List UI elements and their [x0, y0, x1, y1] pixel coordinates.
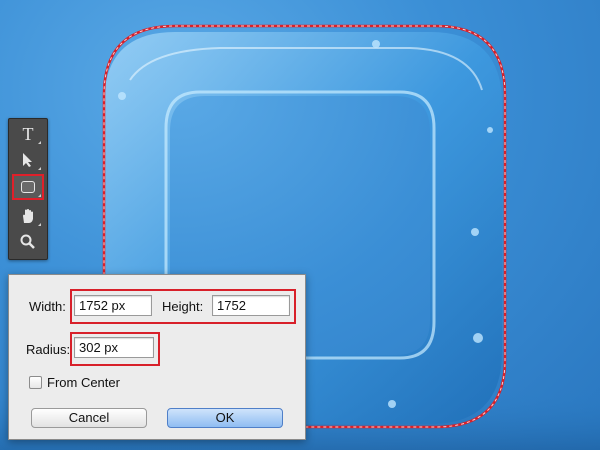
magnifier-icon — [20, 234, 35, 249]
arrow-pointer-icon — [23, 153, 32, 167]
ok-button[interactable]: OK — [167, 408, 283, 428]
hand-icon — [23, 209, 33, 223]
type-tool-button[interactable]: T — [14, 123, 42, 145]
from-center-label: From Center — [47, 375, 120, 390]
width-field[interactable] — [74, 295, 152, 316]
path-selection-tool-button[interactable] — [14, 149, 42, 171]
rounded-rectangle-icon — [21, 181, 35, 193]
hand-tool-button[interactable] — [14, 205, 42, 227]
width-label: Width: — [29, 299, 66, 314]
tools-panel: T — [8, 118, 48, 260]
radius-field[interactable] — [74, 337, 154, 358]
zoom-tool-button[interactable] — [14, 231, 42, 253]
height-field[interactable] — [212, 295, 290, 316]
height-label: Height: — [162, 299, 204, 314]
cancel-button[interactable]: Cancel — [31, 408, 147, 428]
radius-label: Radius: — [26, 342, 71, 357]
type-icon: T — [22, 123, 34, 144]
create-rounded-rectangle-dialog: Width: Height: Radius: From Center Cance… — [8, 274, 306, 440]
from-center-checkbox[interactable] — [29, 376, 42, 389]
rounded-rectangle-tool-button[interactable] — [12, 174, 44, 200]
